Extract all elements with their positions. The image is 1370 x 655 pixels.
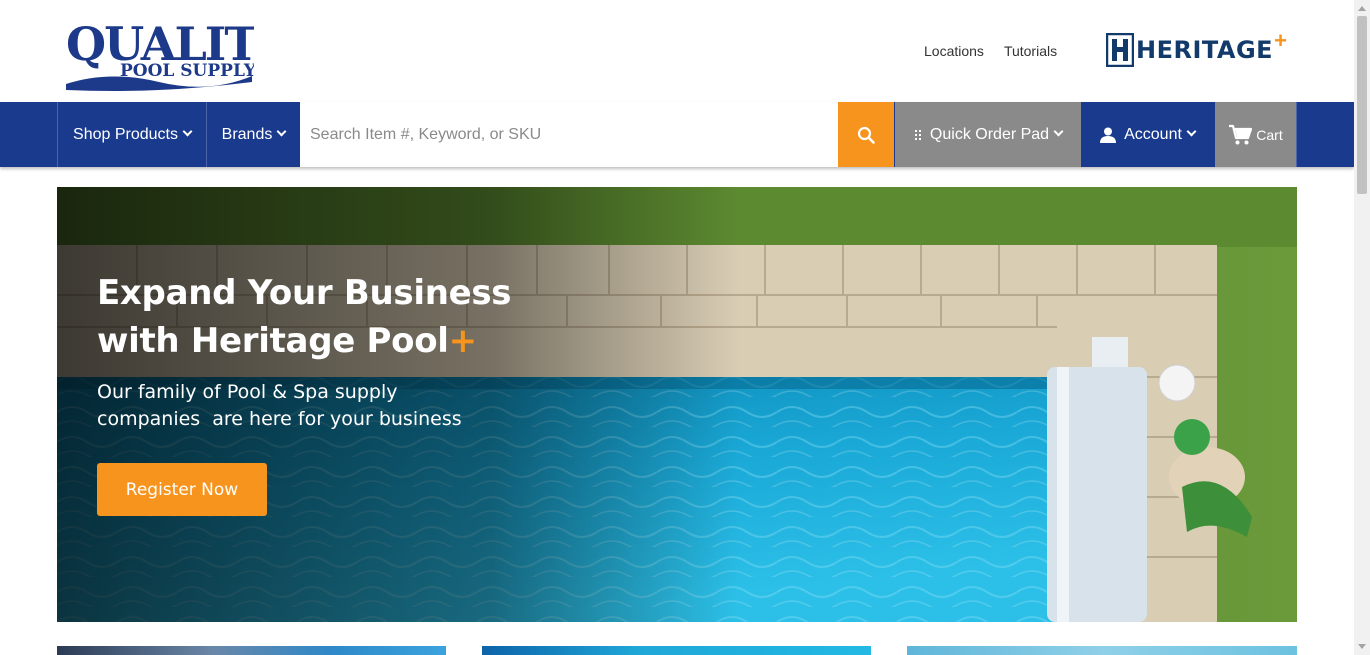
quick-order-pad-label: Quick Order Pad bbox=[929, 125, 1050, 143]
hero-title-line2: with Heritage Pool+ bbox=[97, 317, 511, 365]
hero-subtitle-line2: companies are here for your business bbox=[97, 408, 462, 430]
cart-button[interactable]: Cart bbox=[1215, 102, 1297, 167]
user-icon bbox=[1100, 127, 1117, 143]
shop-products-label: Shop Products bbox=[73, 125, 178, 143]
scroll-up-icon[interactable] bbox=[1358, 6, 1366, 11]
brands-label: Brands bbox=[221, 125, 273, 143]
top-links: Locations Tutorials bbox=[924, 43, 1057, 59]
quality-pool-supply-logo[interactable]: QUALITY POOL SUPPLY bbox=[64, 8, 293, 96]
cart-icon bbox=[1229, 124, 1253, 144]
account-label: Account bbox=[1124, 125, 1182, 143]
card-image-1[interactable] bbox=[57, 646, 446, 655]
search-button[interactable] bbox=[838, 102, 894, 167]
card-image-2[interactable] bbox=[482, 646, 871, 655]
hero-subtitle-line1: Our family of Pool & Spa supply bbox=[97, 381, 398, 403]
grid-icon bbox=[914, 129, 921, 140]
scroll-down-icon[interactable] bbox=[1358, 644, 1366, 649]
heritage-text: HERITAGE bbox=[1136, 36, 1274, 64]
chevron-down-icon bbox=[1186, 126, 1197, 137]
cart-label: Cart bbox=[1256, 126, 1283, 143]
account-menu[interactable]: Account bbox=[1081, 102, 1214, 167]
heritage-logo[interactable]: HERITAGE + bbox=[1106, 28, 1287, 70]
tutorials-link[interactable]: Tutorials bbox=[1004, 43, 1057, 59]
chevron-down-icon bbox=[1053, 126, 1064, 137]
main-navbar: Shop Products Brands Quick Order Pad bbox=[0, 102, 1354, 167]
site-header: QUALITY POOL SUPPLY Locations Tutorials … bbox=[0, 0, 1354, 102]
chevron-down-icon bbox=[276, 126, 287, 137]
quick-order-pad-button[interactable]: Quick Order Pad bbox=[895, 102, 1081, 167]
shop-products-menu[interactable]: Shop Products bbox=[57, 102, 207, 167]
heritage-h-icon bbox=[1106, 33, 1134, 67]
register-now-button[interactable]: Register Now bbox=[97, 463, 267, 516]
search-input[interactable] bbox=[300, 102, 838, 167]
svg-text:POOL SUPPLY: POOL SUPPLY bbox=[120, 61, 254, 81]
locations-link[interactable]: Locations bbox=[924, 43, 984, 59]
hero-banner: Expand Your Business with Heritage Pool+… bbox=[57, 187, 1297, 622]
page-scrollbar[interactable] bbox=[1354, 0, 1370, 655]
card-image-3[interactable] bbox=[907, 646, 1297, 655]
hero-subtitle: Our family of Pool & Spa supply companie… bbox=[97, 379, 497, 433]
hero-title-plus: + bbox=[448, 321, 478, 361]
search-icon bbox=[857, 126, 875, 144]
page: QUALITY POOL SUPPLY Locations Tutorials … bbox=[0, 0, 1370, 655]
chevron-down-icon bbox=[182, 126, 193, 137]
hero-content: Expand Your Business with Heritage Pool+… bbox=[97, 269, 512, 516]
scroll-thumb[interactable] bbox=[1357, 16, 1367, 194]
hero-title-line2-text: with Heritage Pool bbox=[97, 321, 449, 361]
heritage-plus: + bbox=[1274, 28, 1287, 53]
hero-title-line1: Expand Your Business bbox=[97, 273, 512, 313]
brands-menu[interactable]: Brands bbox=[207, 102, 300, 167]
hero-title: Expand Your Business with Heritage Pool+ bbox=[97, 269, 512, 365]
